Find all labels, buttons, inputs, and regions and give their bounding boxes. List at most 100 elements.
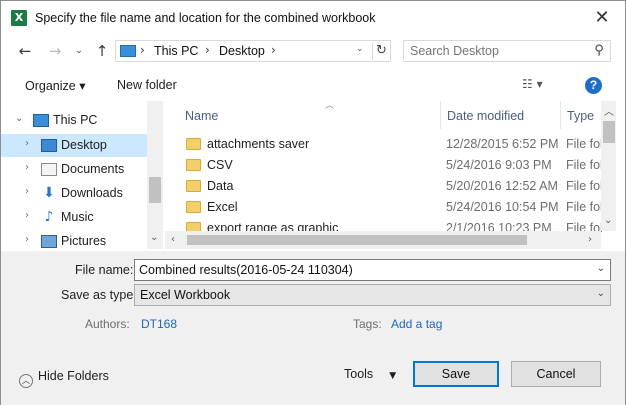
help-icon[interactable]: ? (585, 77, 602, 94)
collapsed-chevron-icon[interactable]: › (25, 186, 29, 197)
file-name-label: File name: (75, 263, 134, 277)
scroll-up-icon[interactable]: ︿ (604, 103, 614, 118)
file-date: 5/20/2016 12:52 AM (446, 179, 558, 193)
collapsed-chevron-icon[interactable]: › (25, 234, 29, 245)
breadcrumb-separator-icon[interactable]: › (140, 43, 145, 57)
file-row[interactable]: CSV 5/24/2016 9:03 PM File fol (165, 154, 603, 175)
computer-icon (33, 114, 49, 127)
tree-item-music[interactable]: › ♪ Music (1, 206, 147, 229)
add-tag-link[interactable]: Add a tag (391, 317, 442, 331)
address-bar[interactable]: › This PC › Desktop › ⌄ ↻ (115, 40, 391, 62)
vertical-scrollbar-thumb[interactable] (603, 121, 615, 143)
tree-item-label: Desktop (61, 138, 107, 152)
tree-item-desktop[interactable]: › Desktop (1, 134, 147, 157)
expanded-chevron-icon[interactable]: ⌄ (15, 113, 23, 124)
sort-ascending-icon: ︿ (325, 101, 335, 111)
new-folder-button[interactable]: New folder (117, 78, 177, 92)
scroll-down-icon[interactable]: ⌄ (604, 215, 612, 226)
tree-item-this-pc[interactable]: ⌄ This PC (1, 109, 147, 132)
tree-item-label: Music (61, 210, 94, 224)
file-name-dropdown-icon[interactable]: ⌄ (597, 263, 605, 274)
horizontal-scrollbar-thumb[interactable] (187, 235, 527, 245)
dialog-title: Specify the file name and location for t… (35, 11, 376, 25)
file-type: File fol (566, 158, 603, 172)
file-row[interactable]: attachments saver 12/28/2015 6:52 PM Fil… (165, 133, 603, 154)
scroll-down-icon[interactable]: ⌄ (150, 232, 158, 243)
organize-button[interactable]: Organize ▾ (25, 78, 85, 93)
file-name: Excel (207, 200, 238, 214)
breadcrumb-separator-icon[interactable]: › (205, 43, 210, 57)
collapsed-chevron-icon[interactable]: › (25, 138, 29, 149)
up-arrow-icon[interactable]: ↑ (92, 40, 112, 62)
scroll-left-icon[interactable]: ‹ (171, 234, 175, 245)
tools-dropdown-icon: ▼ (389, 371, 397, 381)
collapsed-chevron-icon[interactable]: › (25, 210, 29, 221)
column-header-name[interactable]: ︿ Name (185, 101, 440, 129)
column-header-label: Name (185, 109, 219, 123)
file-type: File fol (566, 137, 603, 151)
desktop-icon (41, 139, 57, 152)
recent-locations-icon[interactable]: ⌄ (69, 40, 89, 62)
tree-scrollbar-thumb[interactable] (149, 177, 161, 203)
file-date: 5/24/2016 10:54 PM (446, 200, 559, 214)
save-options-panel: File name: ⌄ Save as type: Excel Workboo… (1, 251, 625, 405)
close-button[interactable]: ✕ (587, 5, 617, 31)
tree-item-label: Downloads (61, 186, 123, 200)
navigation-pane: ⌄ This PC › Desktop › Documents › ⬇ Down… (1, 101, 163, 249)
title-bar: X Specify the file name and location for… (1, 1, 625, 35)
tree-item-label: Documents (61, 162, 125, 176)
file-name: attachments saver (207, 137, 310, 151)
save-as-type-value: Excel Workbook (140, 288, 231, 302)
file-date: 12/28/2015 6:52 PM (446, 137, 559, 151)
file-type: File fol (566, 179, 603, 193)
authors-value[interactable]: DT168 (141, 317, 177, 331)
file-type: File fol (566, 200, 603, 214)
folder-icon (186, 138, 201, 150)
file-list: ︿ Name Date modified Type attachments sa… (165, 101, 616, 249)
search-input[interactable] (410, 43, 585, 59)
save-button[interactable]: Save (413, 361, 499, 387)
documents-icon (41, 163, 57, 176)
breadcrumb-desktop[interactable]: Desktop (219, 44, 265, 58)
search-box[interactable]: ⚲ (403, 40, 611, 62)
excel-icon: X (11, 10, 27, 26)
folder-icon (186, 159, 201, 171)
breadcrumb-this-pc[interactable]: This PC (154, 44, 198, 58)
file-list-horizontal-scrollbar[interactable]: ‹ › (165, 231, 601, 249)
refresh-icon[interactable]: ↻ (372, 42, 390, 60)
tools-label: Tools (344, 367, 374, 381)
downloads-icon: ⬇ (43, 185, 55, 201)
file-row[interactable]: Data 5/20/2016 12:52 AM File fol (165, 175, 603, 196)
file-name-input[interactable] (139, 262, 579, 278)
forward-arrow-icon[interactable]: → (45, 40, 65, 62)
tree-item-label: This PC (53, 113, 98, 127)
back-arrow-icon[interactable]: ← (15, 40, 35, 62)
tree-item-documents[interactable]: › Documents (1, 158, 147, 181)
music-icon: ♪ (44, 209, 54, 225)
file-name-field[interactable]: ⌄ (134, 259, 611, 281)
command-bar: Organize ▾ New folder ☷ ▾ ? (1, 71, 625, 101)
file-name: CSV (207, 158, 233, 172)
tree-item-pictures[interactable]: › Pictures (1, 230, 147, 249)
column-header-date-modified[interactable]: Date modified (440, 101, 560, 129)
save-as-type-label: Save as type: (61, 288, 137, 302)
hide-folders-label: Hide Folders (38, 369, 109, 383)
save-as-type-select[interactable]: Excel Workbook ⌄ (134, 284, 611, 306)
hide-folders-button[interactable]: ︿ Hide Folders (19, 369, 109, 388)
tools-menu-button[interactable]: Tools ▼ (344, 367, 396, 381)
folder-icon (186, 201, 201, 213)
save-as-type-dropdown-icon[interactable]: ⌄ (597, 288, 605, 299)
collapsed-chevron-icon[interactable]: › (25, 162, 29, 173)
tree-item-downloads[interactable]: › ⬇ Downloads (1, 182, 147, 205)
collapse-icon: ︿ (19, 374, 33, 388)
breadcrumb-separator-icon[interactable]: › (271, 43, 276, 57)
change-view-icon[interactable]: ☷ ▾ (522, 77, 558, 93)
file-date: 5/24/2016 9:03 PM (446, 158, 552, 172)
scroll-right-icon[interactable]: › (588, 234, 592, 245)
file-list-vertical-scrollbar[interactable]: ︿ ⌄ (601, 101, 616, 231)
save-dialog: X Specify the file name and location for… (0, 0, 626, 405)
file-row[interactable]: Excel 5/24/2016 10:54 PM File fol (165, 196, 603, 217)
tree-scrollbar[interactable]: ⌄ (147, 101, 163, 249)
cancel-button[interactable]: Cancel (511, 361, 601, 387)
address-dropdown-icon[interactable]: ⌄ (356, 44, 364, 54)
